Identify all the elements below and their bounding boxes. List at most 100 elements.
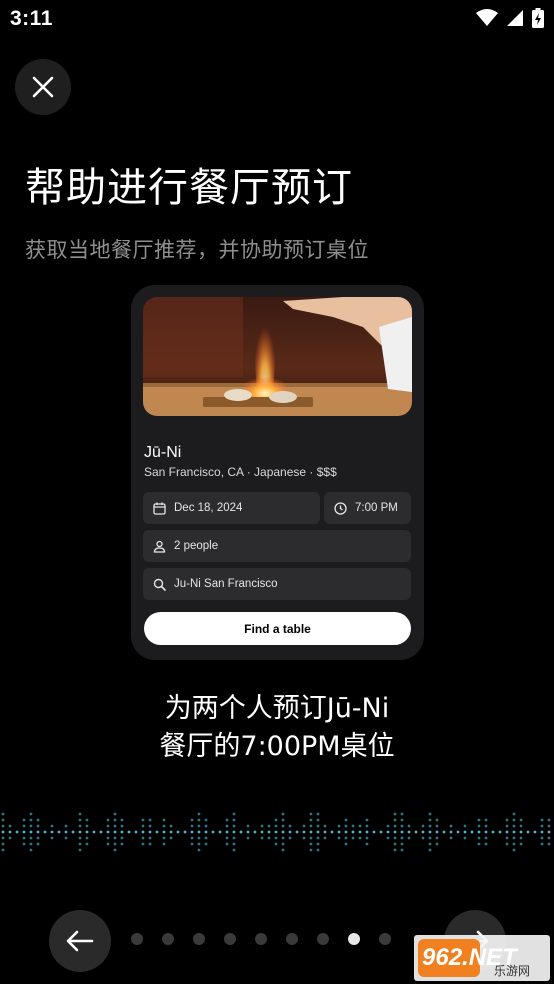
waveform-dot	[428, 842, 432, 846]
waveform-dot	[225, 818, 229, 822]
pagination-dot[interactable]	[255, 933, 267, 945]
waveform-dot	[232, 818, 236, 822]
pagination-dot[interactable]	[224, 933, 236, 945]
waveform-dot	[512, 830, 516, 834]
restaurant-photo	[143, 297, 412, 416]
waveform-dot	[393, 848, 397, 852]
close-icon	[32, 76, 54, 98]
waveform-dot	[106, 824, 110, 828]
restaurant-name: Jū-Ni	[144, 444, 182, 461]
waveform-dot	[43, 830, 47, 834]
waveform-dot	[519, 824, 523, 828]
waveform-dot	[120, 836, 124, 840]
waveform-dot	[400, 842, 404, 846]
waveform-dot	[512, 818, 516, 822]
waveform-dot	[29, 812, 33, 816]
previous-button[interactable]	[49, 910, 111, 972]
waveform-dot	[449, 830, 453, 834]
waveform-dot	[351, 824, 355, 828]
waveform-dot	[92, 830, 96, 834]
waveform-dot	[386, 830, 390, 834]
waveform-dot	[393, 818, 397, 822]
date-field[interactable]: Dec 18, 2024	[143, 492, 320, 524]
waveform-dot	[22, 824, 26, 828]
pagination-dot-active[interactable]	[348, 933, 360, 945]
waveform-dot	[449, 836, 453, 840]
waveform-dot	[267, 824, 271, 828]
waveform-dot	[358, 836, 362, 840]
restaurant-search-field[interactable]: Ju-Ni San Francisco	[143, 568, 411, 600]
waveform-dot	[547, 818, 551, 822]
waveform-dot	[309, 824, 313, 828]
waveform-dot	[232, 830, 236, 834]
waveform-dot	[113, 830, 117, 834]
waveform-dot	[477, 830, 481, 834]
pagination-dot[interactable]	[379, 933, 391, 945]
waveform-dot	[393, 836, 397, 840]
waveform-dot	[190, 824, 194, 828]
status-bar: 3:11	[0, 0, 554, 38]
pagination-dot[interactable]	[286, 933, 298, 945]
waveform-dot	[141, 830, 145, 834]
waveform-dot	[162, 824, 166, 828]
waveform-dot	[78, 812, 82, 816]
waveform-dot	[484, 830, 488, 834]
waveform-dot	[162, 818, 166, 822]
waveform-dot	[540, 836, 544, 840]
waveform-dot	[512, 812, 516, 816]
find-table-button[interactable]: Find a table	[144, 612, 411, 645]
waveform-dot	[435, 836, 439, 840]
waveform-dot	[197, 818, 201, 822]
waveform-dot	[281, 848, 285, 852]
waveform-dot	[505, 824, 509, 828]
status-time: 3:11	[10, 7, 53, 30]
waveform-dot	[204, 830, 208, 834]
waveform-dot	[1, 812, 5, 816]
waveform-dot	[8, 830, 12, 834]
waveform-dot	[421, 836, 425, 840]
waveform-dot	[225, 830, 229, 834]
page-title: 帮助进行餐厅预订	[25, 165, 353, 211]
waveform-dot	[288, 836, 292, 840]
date-value: Dec 18, 2024	[174, 502, 243, 514]
waveform-dot	[337, 836, 341, 840]
close-button[interactable]	[15, 59, 71, 115]
pagination-dot[interactable]	[131, 933, 143, 945]
pagination-dot[interactable]	[193, 933, 205, 945]
waveform-dot	[8, 824, 12, 828]
pagination-dot[interactable]	[317, 933, 329, 945]
waveform-dot	[547, 836, 551, 840]
waveform-dot	[190, 842, 194, 846]
waveform-dot	[36, 824, 40, 828]
waveform-dot	[120, 824, 124, 828]
waveform-dot	[512, 848, 516, 852]
waveform-dot	[323, 830, 327, 834]
waveform-dot	[477, 818, 481, 822]
waveform-dot	[218, 830, 222, 834]
waveform-dot	[358, 824, 362, 828]
waveform-dot	[547, 824, 551, 828]
search-icon	[153, 578, 166, 591]
waveform-dot	[106, 830, 110, 834]
waveform-dot	[141, 818, 145, 822]
waveform-dot	[316, 836, 320, 840]
waveform-dot	[29, 848, 33, 852]
waveform-dot	[169, 830, 173, 834]
battery-icon	[532, 8, 544, 28]
waveform-dot	[393, 842, 397, 846]
pagination-dot[interactable]	[162, 933, 174, 945]
waveform-dot	[344, 830, 348, 834]
waveform-dot	[267, 830, 271, 834]
waveform-dot	[232, 848, 236, 852]
waveform-dot	[78, 848, 82, 852]
waveform-dot	[246, 830, 250, 834]
waveform-dot	[197, 848, 201, 852]
waveform-dot	[64, 830, 68, 834]
waveform-dot	[309, 836, 313, 840]
waveform-dot	[435, 818, 439, 822]
time-field[interactable]: 7:00 PM	[324, 492, 411, 524]
waveform-dot	[316, 824, 320, 828]
waveform-dot	[428, 848, 432, 852]
party-size-field[interactable]: 2 people	[143, 530, 411, 562]
waveform-dot	[463, 824, 467, 828]
